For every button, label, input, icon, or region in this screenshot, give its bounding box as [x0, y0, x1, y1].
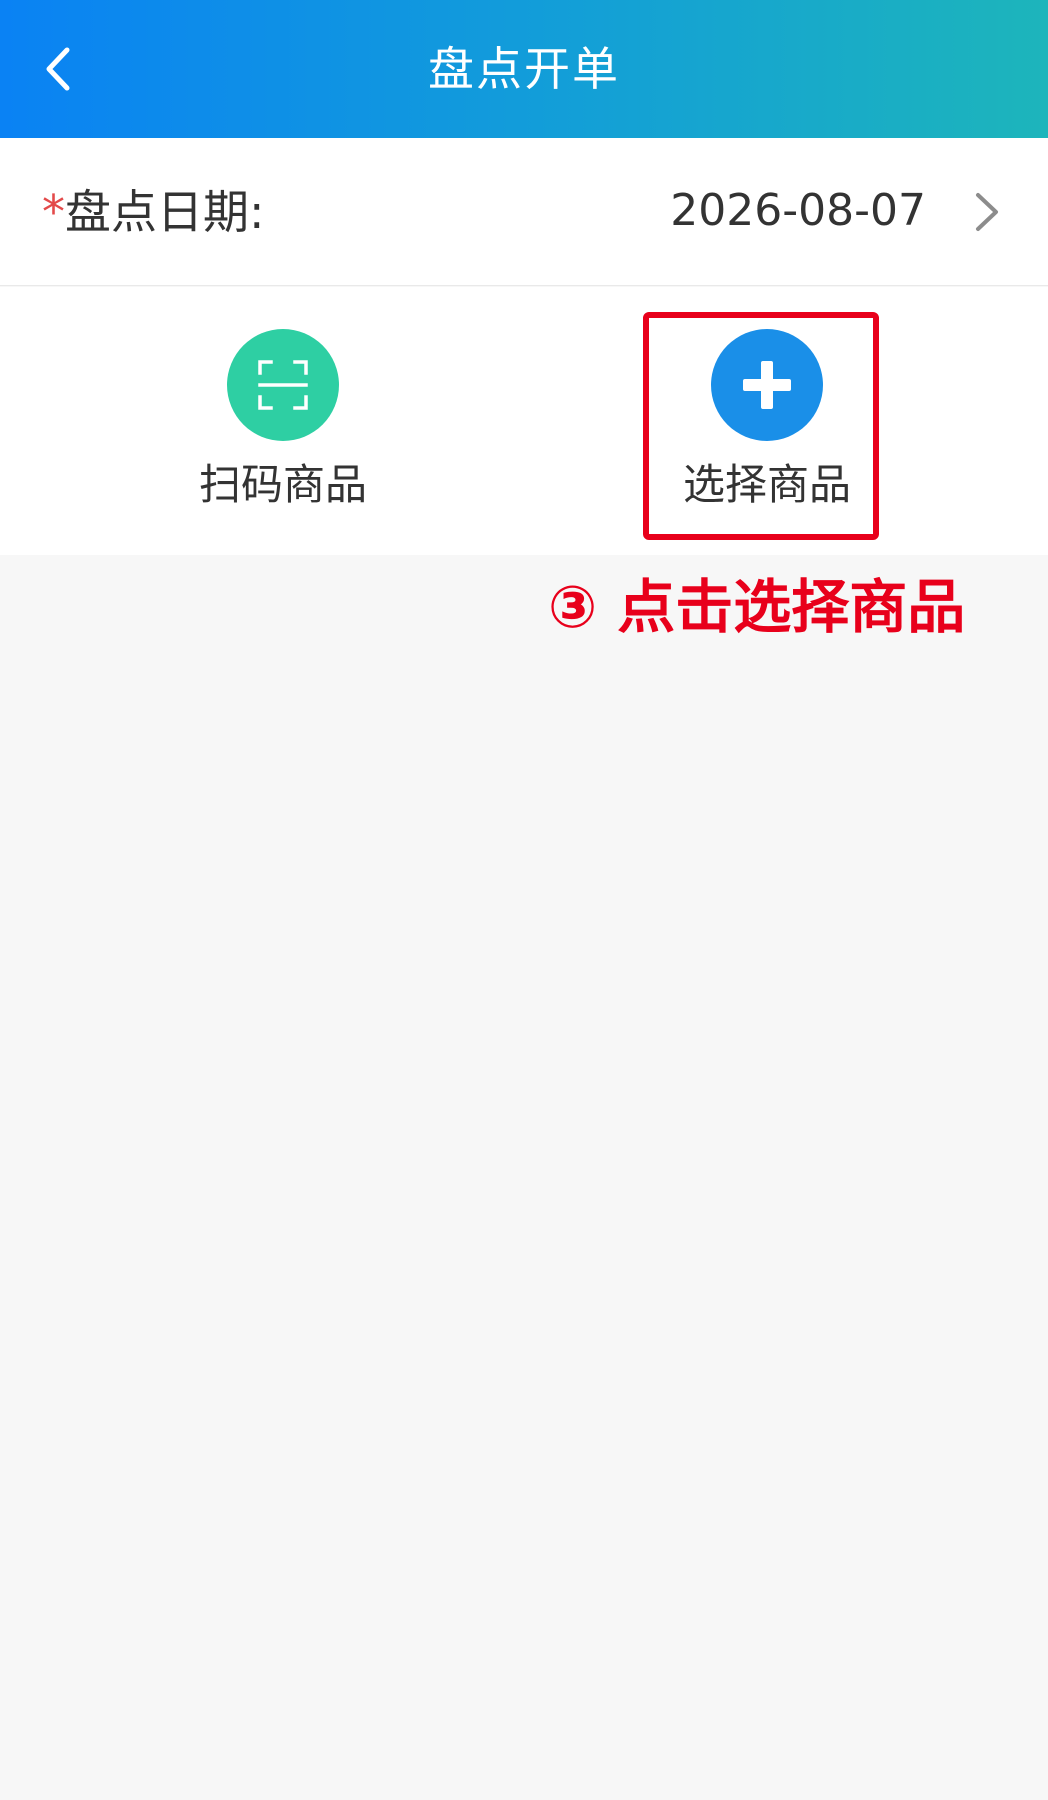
count-date-label: *盘点日期: — [42, 138, 265, 286]
scan-product-label: 扫码商品 — [198, 460, 367, 509]
plus-icon-circle — [711, 329, 823, 441]
count-date-value: 2026-08-07 — [670, 185, 926, 236]
select-product-label: 选择商品 — [682, 460, 851, 509]
top-nav-bar: 盘点开单 — [0, 0, 1048, 138]
required-mark: * — [42, 185, 65, 239]
action-panel: 扫码商品 选择商品 — [0, 287, 1048, 555]
scan-icon — [258, 360, 308, 410]
chevron-right-icon — [976, 193, 998, 231]
count-date-label-text: 盘点日期: — [65, 185, 265, 239]
select-product-button[interactable]: 选择商品 — [657, 329, 877, 529]
count-date-row[interactable]: *盘点日期: 2026-08-07 — [0, 138, 1048, 286]
scan-icon-circle — [227, 329, 339, 441]
plus-icon — [743, 361, 791, 409]
scan-product-button[interactable]: 扫码商品 — [173, 329, 393, 529]
page-title: 盘点开单 — [428, 42, 620, 96]
tutorial-annotation: ③ 点击选择商品 — [548, 573, 966, 641]
